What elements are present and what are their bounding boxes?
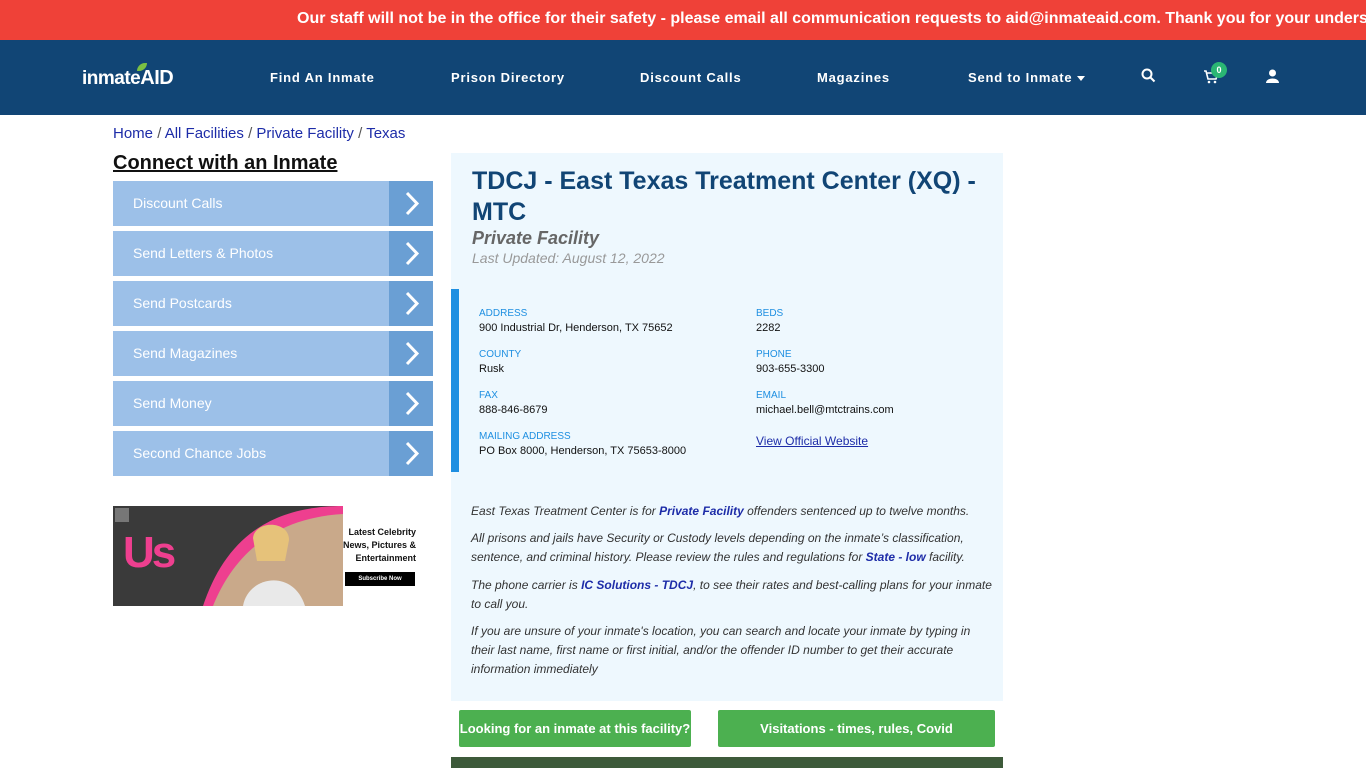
fax-value: 888-846-8679 <box>479 404 548 416</box>
visitations-button[interactable]: Visitations - times, rules, Covid cancel… <box>718 710 995 773</box>
search-icon[interactable] <box>1141 68 1156 83</box>
mailing-address-label: MAILING ADDRESS <box>479 431 571 442</box>
breadcrumb-sep: / <box>248 125 253 142</box>
nav-discount-calls[interactable]: Discount Calls <box>640 70 742 85</box>
breadcrumb-home[interactable]: Home <box>113 125 153 142</box>
state-low-link[interactable]: State - low <box>866 550 926 564</box>
nav-send-to-inmate[interactable]: Send to Inmate <box>968 70 1086 85</box>
p3-text: The phone carrier is <box>471 578 582 592</box>
breadcrumb-texas[interactable]: Texas <box>366 125 405 142</box>
email-label: EMAIL <box>756 390 787 401</box>
sidebar-button-label: Send Money <box>133 395 212 411</box>
address-value: 900 Industrial Dr, Henderson, TX 75652 <box>479 322 673 334</box>
sidebar-send-postcards-button[interactable]: Send Postcards <box>113 281 433 326</box>
ad-line2: News, Pictures & <box>342 540 416 550</box>
sidebar-send-letters-button[interactable]: Send Letters & Photos <box>113 231 433 276</box>
ad-brand-logo: Us <box>123 528 176 577</box>
chevron-right-icon <box>389 431 433 476</box>
facility-title: TDCJ - East Texas Treatment Center (XQ) … <box>472 167 976 226</box>
description-paragraph-3: The phone carrier is IC Solutions - TDCJ… <box>471 576 996 614</box>
logo-text: inmate <box>82 68 141 89</box>
us-magazine-ad[interactable]: Us <box>113 506 343 606</box>
private-facility-link[interactable]: Private Facility <box>659 504 744 518</box>
sidebar-button-label: Send Letters & Photos <box>133 245 274 261</box>
ad-text-panel: Latest Celebrity News, Pictures & Entert… <box>343 506 433 606</box>
chevron-right-icon <box>389 331 433 376</box>
info-accent-bar <box>451 289 459 472</box>
ad-line3: Entertainment <box>355 553 416 563</box>
p1-text: East Texas Treatment Center is for <box>471 504 660 518</box>
cart-count-badge: 0 <box>1211 62 1227 78</box>
looking-for-inmate-button[interactable]: Looking for an inmate at this facility? <box>459 710 691 747</box>
sidebar-send-magazines-button[interactable]: Send Magazines <box>113 331 433 376</box>
top-navbar: inmateAID Find An Inmate Prison Director… <box>0 40 1366 115</box>
nav-send-to-inmate-label: Send to Inmate <box>968 70 1073 85</box>
alert-text: Our staff will not be in the office for … <box>297 10 1366 27</box>
ad-line1: Latest Celebrity <box>348 527 416 537</box>
email-value: michael.bell@mtctrains.com <box>756 404 894 416</box>
logo-text-aid: AID <box>140 67 174 89</box>
address-label: ADDRESS <box>479 308 528 319</box>
facility-map[interactable] <box>451 757 1003 768</box>
sidebar-discount-calls-button[interactable]: Discount Calls <box>113 181 433 226</box>
description-paragraph-1: East Texas Treatment Center is for Priva… <box>471 502 996 521</box>
phone-value: 903-655-3300 <box>756 363 825 375</box>
sidebar-button-label: Second Chance Jobs <box>133 445 267 461</box>
caret-down-icon <box>1077 76 1086 82</box>
chevron-right-icon <box>389 231 433 276</box>
sidebar-second-chance-jobs-button[interactable]: Second Chance Jobs <box>113 431 433 476</box>
description-paragraph-4: If you are unsure of your inmate's locat… <box>471 624 971 676</box>
sidebar-button-label: Discount Calls <box>133 195 223 211</box>
p2-text-end: facility. <box>925 550 965 564</box>
p1-text-end: offenders sentenced up to twelve months. <box>743 504 970 518</box>
nav-prison-directory[interactable]: Prison Directory <box>451 70 565 85</box>
breadcrumb: Home / All Facilities / Private Facility… <box>113 125 405 142</box>
sidebar-button-label: Send Postcards <box>133 295 232 311</box>
phone-carrier-link[interactable]: IC Solutions - TDCJ <box>581 578 693 592</box>
ad-subscribe-button[interactable]: Subscribe Now <box>345 572 415 586</box>
chevron-right-icon <box>389 281 433 326</box>
alert-banner: Our staff will not be in the office for … <box>0 0 1366 40</box>
county-value: Rusk <box>479 363 505 375</box>
connect-heading: Connect with an Inmate <box>113 152 338 174</box>
phone-label: PHONE <box>756 349 792 360</box>
county-label: COUNTY <box>479 349 522 360</box>
chevron-right-icon <box>389 181 433 226</box>
mailing-address-value: PO Box 8000, Henderson, TX 75653-8000 <box>479 445 687 457</box>
user-icon[interactable] <box>1266 69 1279 83</box>
breadcrumb-private-facility[interactable]: Private Facility <box>256 125 354 142</box>
description-paragraph-2: All prisons and jails have Security or C… <box>471 529 996 567</box>
last-updated: Last Updated: August 12, 2022 <box>472 250 665 266</box>
nav-magazines[interactable]: Magazines <box>817 70 890 85</box>
nav-find-inmate[interactable]: Find An Inmate <box>270 70 375 85</box>
fax-label: FAX <box>479 390 498 401</box>
sidebar-button-label: Send Magazines <box>133 345 238 361</box>
beds-value: 2282 <box>756 322 781 334</box>
site-logo[interactable]: inmateAID <box>82 63 174 90</box>
breadcrumb-sep: / <box>157 125 162 142</box>
facility-type: Private Facility <box>472 228 600 248</box>
sidebar-send-money-button[interactable]: Send Money <box>113 381 433 426</box>
official-website-link[interactable]: View Official Website <box>756 434 868 448</box>
chevron-right-icon <box>389 381 433 426</box>
breadcrumb-sep: / <box>358 125 363 142</box>
beds-label: BEDS <box>756 308 784 319</box>
breadcrumb-all-facilities[interactable]: All Facilities <box>165 125 244 142</box>
